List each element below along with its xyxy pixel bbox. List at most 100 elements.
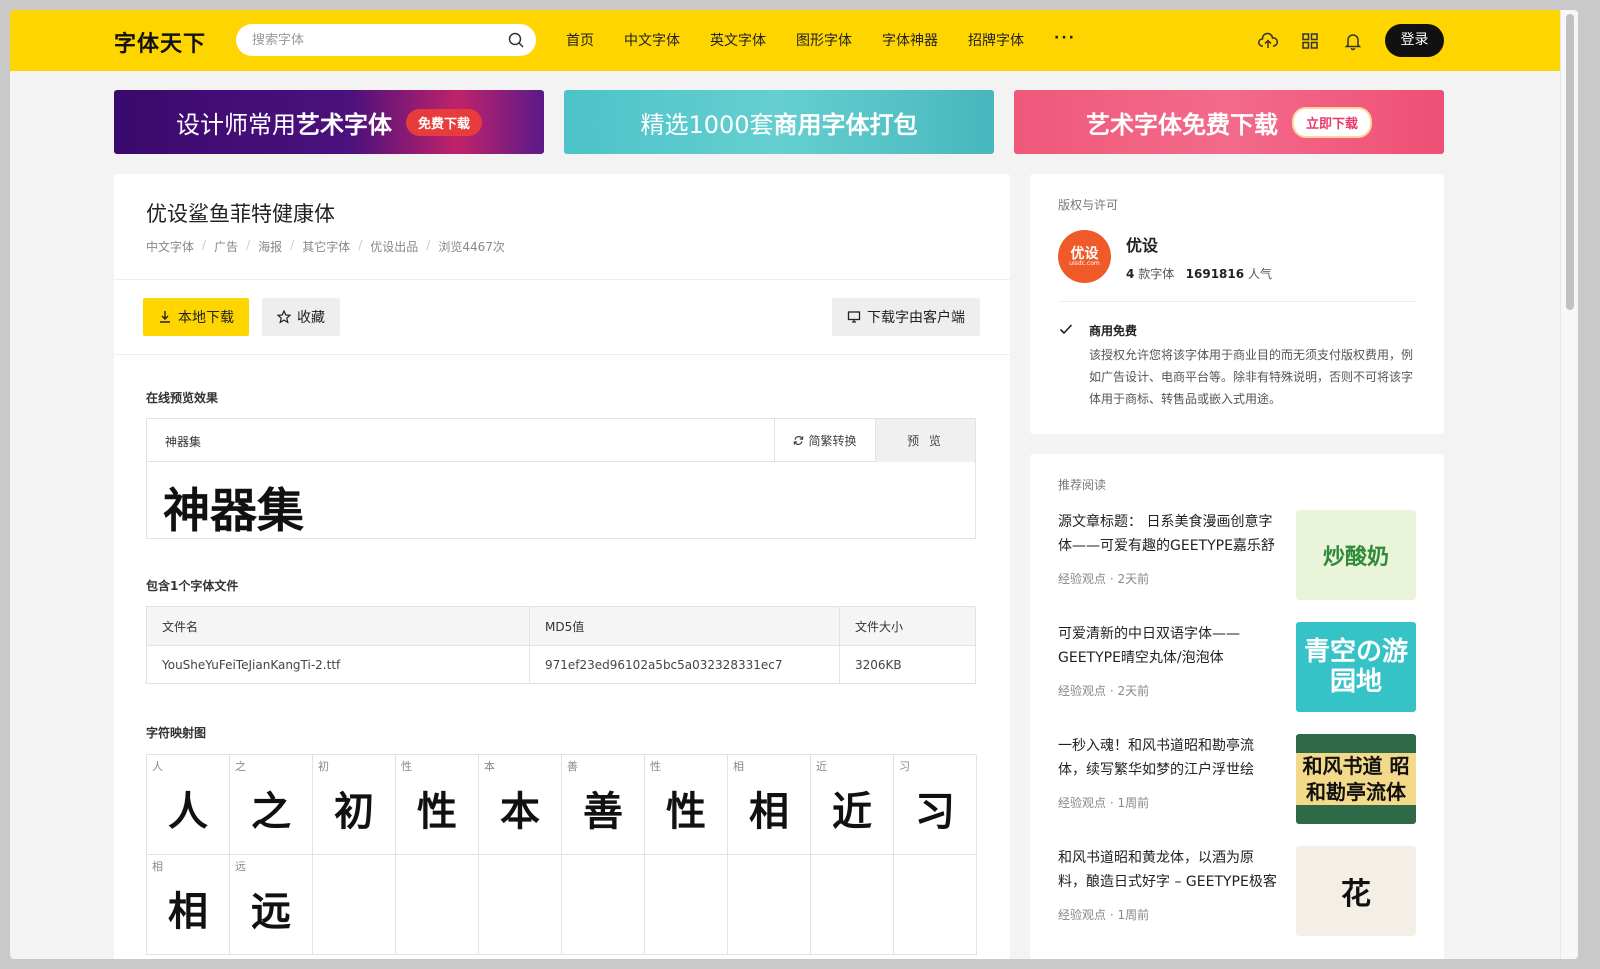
qr-grid-icon[interactable] [1300, 31, 1320, 51]
license-description: 该授权允许您将该字体用于商业目的而无须支付版权费用，例如广告设计、电商平台等。除… [1089, 344, 1419, 410]
char-label: 习 [899, 758, 910, 774]
download-client-label: 下载字由客户端 [867, 307, 965, 327]
char-cell[interactable]: 习习 [894, 755, 977, 855]
font-detail-card: 优设鲨鱼菲特健康体 中文字体/ 广告/ 海报/ 其它字体/ 优设出品/ 浏览44… [114, 174, 1010, 959]
search-icon[interactable] [508, 32, 524, 48]
file-name: YouSheYuFeiTeJianKangTi-2.ttf [147, 646, 530, 684]
char-glyph: 相 [147, 879, 229, 937]
article-meta: 经验观点 · 2天前 [1058, 570, 1149, 587]
search-input[interactable] [252, 31, 492, 49]
char-cell[interactable]: 远远 [230, 855, 313, 955]
char-label: 本 [484, 758, 495, 774]
article-item[interactable]: 源文章标题： 日系美食漫画创意字体——可爱有趣的GEETYPE嘉乐舒漫体 经验观… [1058, 510, 1416, 602]
char-cell[interactable]: 善善 [562, 755, 645, 855]
char-cell[interactable]: 性性 [645, 755, 728, 855]
nav-home[interactable]: 首页 [566, 30, 594, 50]
bell-icon[interactable] [1343, 31, 1363, 51]
article-thumbnail[interactable]: 青空の游园地 [1296, 622, 1416, 712]
preview-text-input[interactable] [165, 432, 745, 450]
nav-graphic-fonts[interactable]: 图形字体 [796, 30, 852, 50]
preview-sample-text: 神器集 [163, 472, 304, 541]
article-thumbnail[interactable]: 花 [1296, 846, 1416, 936]
char-cell[interactable]: 相相 [728, 755, 811, 855]
char-glyph: 初 [313, 779, 395, 837]
banner-free-download-pill: 免费下载 [406, 109, 482, 136]
nav-more[interactable]: ··· [1054, 30, 1076, 50]
article-item[interactable]: 一秒入魂！和风书道昭和勘亭流体，续写繁华如梦的江户浮世绘——GEETYPE极客印… [1058, 734, 1416, 826]
char-cell[interactable]: 性性 [396, 755, 479, 855]
browser-window: 字体天下 首页 中文字体 英文字体 图形字体 字体神器 招牌字体 ··· 登录 … [10, 10, 1578, 959]
char-cell[interactable]: 本本 [479, 755, 562, 855]
download-client-button[interactable]: 下载字由客户端 [832, 298, 980, 336]
convert-button[interactable]: 简繁转换 [774, 419, 875, 462]
nav-sign-fonts[interactable]: 招牌字体 [968, 30, 1024, 50]
check-icon [1059, 322, 1073, 336]
banner-text-bold: 艺术字体免费下载 [1086, 111, 1278, 139]
article-meta: 经验观点 · 1周前 [1058, 906, 1149, 923]
column-header-filename: 文件名 [147, 607, 530, 646]
banner-free-art-fonts[interactable]: 艺术字体免费下载 立即下载 [1014, 90, 1444, 154]
banner-download-now-pill: 立即下载 [1292, 107, 1372, 138]
char-cell-empty [811, 855, 894, 955]
crumb-other-fonts[interactable]: 其它字体 [302, 238, 350, 255]
char-label: 初 [318, 758, 329, 774]
article-thumbnail[interactable]: 和风书道 昭和勘亭流体 [1296, 734, 1416, 824]
license-type: 商用免费 [1089, 322, 1137, 339]
divider [114, 354, 1010, 355]
scrollbar[interactable] [1560, 10, 1578, 959]
nav-font-tools[interactable]: 字体神器 [882, 30, 938, 50]
article-category: 经验观点 [1058, 684, 1106, 698]
convert-label: 简繁转换 [808, 432, 856, 449]
article-category: 经验观点 [1058, 908, 1106, 922]
char-cell[interactable]: 人人 [147, 755, 230, 855]
article-time: 2天前 [1117, 572, 1149, 586]
breadcrumb: 中文字体/ 广告/ 海报/ 其它字体/ 优设出品/ 浏览4467次 [146, 238, 505, 255]
site-logo[interactable]: 字体天下 [114, 26, 206, 58]
search-box [236, 24, 536, 56]
article-item[interactable]: 和风书道昭和黄龙体，以酒为原料，酿造日式好字 – GEETYPE极客印品字库 经… [1058, 846, 1416, 938]
article-title[interactable]: 可爱清新的中日双语字体——GEETYPE晴空丸体/泡泡体 [1058, 622, 1280, 670]
author-avatar[interactable]: 优设uisdc.com [1058, 230, 1111, 283]
crumb-chinese-fonts[interactable]: 中文字体 [146, 238, 194, 255]
author-name[interactable]: 优设 [1126, 232, 1158, 256]
article-title[interactable]: 源文章标题： 日系美食漫画创意字体——可爱有趣的GEETYPE嘉乐舒漫体 [1058, 510, 1280, 558]
crumb-ads[interactable]: 广告 [214, 238, 238, 255]
char-glyph: 近 [811, 779, 893, 837]
article-title[interactable]: 和风书道昭和黄龙体，以酒为原料，酿造日式好字 – GEETYPE极客印品字库 [1058, 846, 1280, 894]
favorite-button[interactable]: 收藏 [262, 298, 340, 336]
author-stats: 4 款字体 1691816 人气 [1126, 265, 1272, 282]
local-download-button[interactable]: 本地下载 [143, 298, 249, 336]
file-size: 3206KB [840, 646, 976, 684]
char-cell[interactable]: 近近 [811, 755, 894, 855]
font-count: 4 [1126, 267, 1134, 281]
char-cell[interactable]: 初初 [313, 755, 396, 855]
crumb-separator: / [290, 238, 294, 255]
banner-commercial-pack[interactable]: 精选1000套商用字体打包 [564, 90, 994, 154]
banner-text: 设计师常用 [176, 111, 296, 139]
nav-chinese-fonts[interactable]: 中文字体 [624, 30, 680, 50]
char-cell-empty [479, 855, 562, 955]
preview-toolbar: 简繁转换 预 览 [147, 419, 975, 462]
crumb-uisdc[interactable]: 优设出品 [370, 238, 418, 255]
char-cell[interactable]: 之之 [230, 755, 313, 855]
char-label: 善 [567, 758, 578, 774]
char-glyph: 善 [562, 779, 644, 837]
char-cell[interactable]: 相相 [147, 855, 230, 955]
article-item[interactable]: 可爱清新的中日双语字体——GEETYPE晴空丸体/泡泡体 经验观点 · 2天前 … [1058, 622, 1416, 714]
page-title: 优设鲨鱼菲特健康体 [146, 198, 335, 228]
charmap-section-title: 字符映射图 [146, 724, 206, 741]
char-glyph: 之 [230, 779, 312, 837]
article-meta: 经验观点 · 1周前 [1058, 794, 1149, 811]
char-cell-empty [645, 855, 728, 955]
crumb-poster[interactable]: 海报 [258, 238, 282, 255]
char-glyph: 本 [479, 779, 561, 837]
banner-art-fonts[interactable]: 设计师常用艺术字体 免费下载 [114, 90, 544, 154]
nav-english-fonts[interactable]: 英文字体 [710, 30, 766, 50]
article-title[interactable]: 一秒入魂！和风书道昭和勘亭流体，续写繁华如梦的江户浮世绘——GEETYPE极客印… [1058, 734, 1280, 782]
article-thumbnail[interactable]: 炒酸奶 [1296, 510, 1416, 600]
cloud-upload-icon[interactable] [1258, 31, 1278, 51]
scrollbar-thumb[interactable] [1566, 14, 1574, 310]
login-button[interactable]: 登录 [1385, 24, 1444, 57]
preview-button[interactable]: 预 览 [875, 419, 975, 462]
article-thumbnail-text: 和风书道 昭和勘亭流体 [1296, 753, 1416, 805]
